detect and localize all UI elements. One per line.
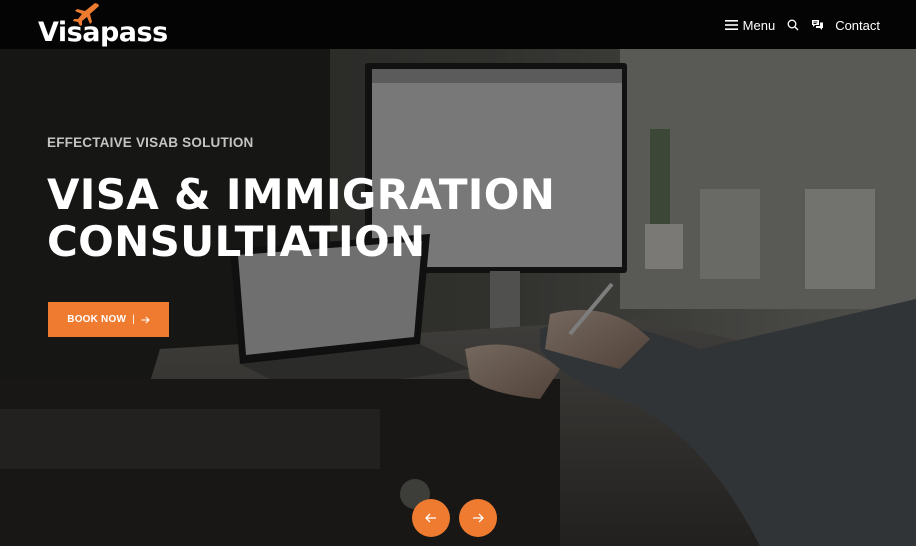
headline-line-1: VISA & IMMIGRATION <box>47 170 556 219</box>
headline-line-2: CONSULTIATION <box>47 217 426 266</box>
hero-headline: VISA & IMMIGRATION CONSULTIATION <box>47 171 647 265</box>
contact-link[interactable]: Contact <box>835 18 880 33</box>
slider-next-button[interactable] <box>459 499 497 537</box>
arrow-left-icon <box>425 513 436 523</box>
book-now-button[interactable]: BOOK NOW | <box>48 302 169 337</box>
cta-separator: | <box>132 314 135 325</box>
arrow-right-icon <box>141 316 150 323</box>
chat-icon[interactable] <box>811 19 824 31</box>
hamburger-icon <box>724 20 738 30</box>
hero-overlay <box>0 49 916 546</box>
site-header: Visapass Menu Contact <box>0 0 916 49</box>
logo[interactable]: Visapass <box>38 3 188 50</box>
slider-prev-button[interactable] <box>412 499 450 537</box>
hero-slider: EFFECTAIVE VISAB SOLUTION VISA & IMMIGRA… <box>0 49 916 546</box>
menu-label: Menu <box>742 17 776 33</box>
menu-button[interactable]: Menu <box>724 17 776 33</box>
book-now-label: BOOK NOW <box>67 314 127 325</box>
hero-eyebrow: EFFECTAIVE VISAB SOLUTION <box>47 135 254 150</box>
search-icon[interactable] <box>787 19 799 31</box>
brand-name: Visapass <box>38 17 168 48</box>
arrow-right-icon <box>473 513 484 523</box>
main-nav: Menu Contact <box>724 15 880 35</box>
